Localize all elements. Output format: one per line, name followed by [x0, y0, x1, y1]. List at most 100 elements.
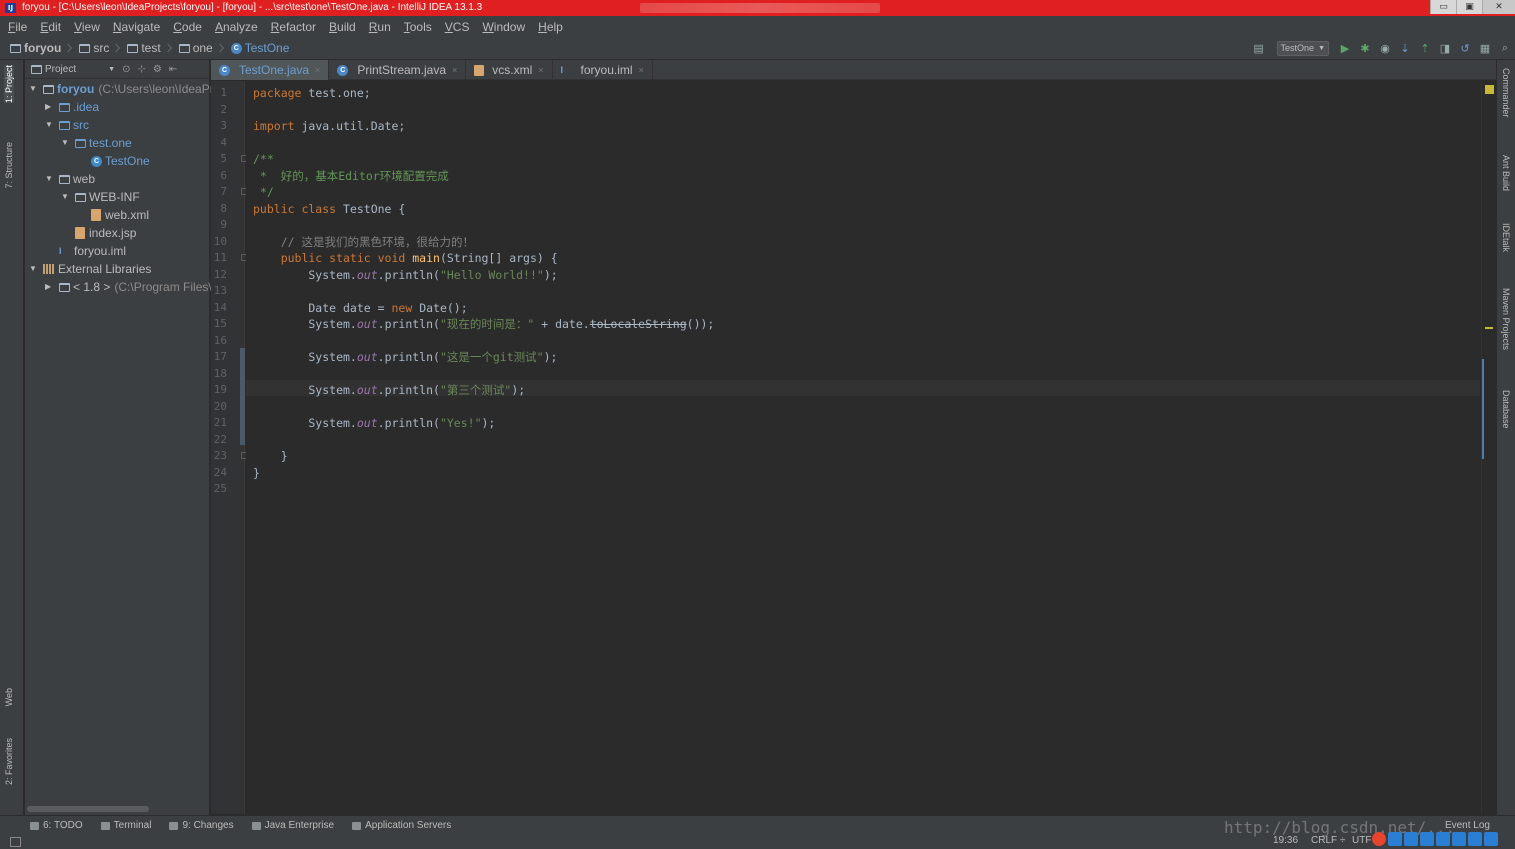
tree-node[interactable]: ▶ < 1.8 > (C:\Program Files\ — [45, 278, 212, 296]
maximize-button[interactable]: ▣ — [1456, 0, 1482, 14]
tool-windows-toggle-icon[interactable] — [10, 837, 21, 847]
tool-label: 9: Changes — [182, 820, 234, 831]
menu-build[interactable]: Build — [327, 20, 358, 34]
breadcrumb-foryou[interactable]: foryou — [10, 41, 73, 55]
tray-icon[interactable] — [1452, 832, 1466, 846]
tool-changes[interactable]: 9: Changes — [169, 820, 234, 831]
tab-web-tool[interactable]: Web — [4, 688, 14, 706]
close-tab-icon[interactable]: × — [315, 65, 320, 75]
menu-view[interactable]: View — [72, 20, 102, 34]
sync-icon[interactable]: ⊙ — [122, 64, 130, 75]
expanded-arrow-icon[interactable]: ▼ — [45, 170, 54, 188]
wrench-icon[interactable] — [1484, 832, 1498, 846]
editor-tab-foryou-iml[interactable]: Iforyou.iml × — [553, 60, 653, 80]
menu-help[interactable]: Help — [536, 20, 565, 34]
menu-tools[interactable]: Tools — [402, 20, 434, 34]
tray-icon[interactable] — [1404, 832, 1418, 846]
horizontal-scrollbar[interactable] — [27, 806, 149, 812]
project-structure-icon[interactable]: ▤ — [1250, 39, 1268, 57]
tree-node[interactable]: ▶ .idea — [45, 98, 99, 116]
editor-tab-testone-java[interactable]: C TestOne.java × — [211, 60, 330, 80]
tree-node[interactable]: ▼ foryou (C:\Users\leon\IdeaPr — [29, 80, 214, 98]
vcs-commit-icon[interactable]: ⇡ — [1416, 39, 1434, 57]
debug-icon[interactable]: ✱ — [1356, 39, 1374, 57]
tree-node[interactable]: ▼ test.one — [61, 134, 132, 152]
tab-maven-projects[interactable]: Maven Projects — [1501, 288, 1511, 350]
editor-tab-printstream-java[interactable]: C PrintStream.java × — [329, 60, 467, 80]
chevron-right-icon — [163, 43, 172, 53]
expanded-arrow-icon[interactable]: ▼ — [29, 260, 38, 278]
editor-scrollbar[interactable] — [1481, 81, 1496, 814]
code-token: .println( — [377, 267, 440, 282]
coverage-icon[interactable]: ◉ — [1376, 39, 1394, 57]
breadcrumb-src[interactable]: src — [79, 41, 121, 55]
menu-analyze[interactable]: Analyze — [213, 20, 260, 34]
breadcrumb-testone[interactable]: C TestOne — [230, 41, 289, 55]
vcs-update-icon[interactable]: ⇣ — [1396, 39, 1414, 57]
tree-node[interactable]: index.jsp — [61, 224, 136, 242]
expanded-arrow-icon[interactable]: ▼ — [61, 134, 70, 152]
tool-application-servers[interactable]: Application Servers — [352, 820, 451, 831]
run-config-label: TestOne — [1280, 43, 1315, 53]
close-tab-icon[interactable]: × — [452, 65, 457, 75]
tool-terminal[interactable]: Terminal — [100, 820, 151, 831]
tool-todo[interactable]: 6: TODO — [30, 820, 83, 831]
expanded-arrow-icon[interactable]: ▼ — [61, 188, 70, 206]
tree-node[interactable]: ▼ WEB-INF — [61, 188, 140, 206]
menu-navigate[interactable]: Navigate — [111, 20, 162, 34]
menu-edit[interactable]: Edit — [38, 20, 63, 34]
tray-icon[interactable] — [1468, 832, 1482, 846]
collapsed-arrow-icon[interactable]: ▶ — [45, 278, 54, 296]
search-everywhere-icon[interactable]: ⌕ — [1496, 39, 1514, 57]
menu-refactor[interactable]: Refactor — [269, 20, 318, 34]
tab-commander[interactable]: Commander — [1501, 68, 1511, 118]
chevron-down-icon[interactable]: ▼ — [108, 66, 115, 73]
tab-ant-build[interactable]: Ant Build — [1501, 155, 1511, 191]
tree-node[interactable]: ▼ src — [45, 116, 89, 134]
menu-vcs[interactable]: VCS — [443, 20, 472, 34]
menu-file[interactable]: File — [6, 20, 29, 34]
tool-java-enterprise[interactable]: Java Enterprise — [251, 820, 334, 831]
expanded-arrow-icon[interactable]: ▼ — [45, 116, 54, 134]
tray-icon[interactable] — [1388, 832, 1402, 846]
hide-panel-icon[interactable]: ⇤ — [169, 64, 177, 75]
close-window-button[interactable]: ✕ — [1482, 0, 1515, 14]
tree-node[interactable]: web.xml — [77, 206, 149, 224]
close-tab-icon[interactable]: × — [538, 65, 543, 75]
expanded-arrow-icon[interactable]: ▼ — [29, 80, 38, 98]
menu-code[interactable]: Code — [171, 20, 204, 34]
tab-database[interactable]: Database — [1501, 390, 1511, 429]
vcs-compare-icon[interactable]: ◨ — [1436, 39, 1454, 57]
tree-node-label: .idea — [73, 100, 100, 114]
tab-structure-tool[interactable]: 7: Structure — [4, 142, 14, 189]
tab-idetalk[interactable]: IDEtalk — [1501, 223, 1511, 252]
scroll-thumb[interactable] — [1482, 359, 1484, 459]
tree-node[interactable]: ▼ web — [45, 170, 95, 188]
tree-node[interactable]: ▼ External Libraries — [29, 260, 151, 278]
minimize-button[interactable]: ▭ — [1430, 0, 1456, 14]
code-editor[interactable]: package test.one; import java.util.Date; /… — [246, 81, 1480, 814]
tree-node[interactable]: Iforyou.iml — [45, 242, 126, 260]
collapse-all-icon[interactable]: ⊹ — [137, 64, 145, 75]
input-method-icon[interactable] — [1372, 832, 1386, 846]
run-configuration-selector[interactable]: TestOne ▼ — [1276, 40, 1329, 56]
settings-gear-icon[interactable]: ⚙ — [153, 64, 162, 75]
menu-window[interactable]: Window — [480, 20, 527, 34]
editor-tab-vcs-xml[interactable]: vcs.xml × — [466, 60, 553, 80]
tab-project-tool[interactable]: 1: Project — [4, 65, 14, 104]
inspection-status-icon[interactable] — [1485, 85, 1494, 94]
warning-marker[interactable] — [1485, 327, 1493, 329]
collapsed-arrow-icon[interactable]: ▶ — [45, 98, 54, 116]
tray-icon[interactable] — [1420, 832, 1434, 846]
breadcrumb-one[interactable]: one — [178, 41, 224, 55]
tree-node[interactable]: C TestOne — [77, 152, 150, 170]
close-tab-icon[interactable]: × — [639, 65, 644, 75]
breadcrumb-test[interactable]: test — [127, 41, 172, 55]
project-view-selector[interactable]: Project — [45, 64, 76, 75]
menu-run[interactable]: Run — [367, 20, 393, 34]
sdk-icon[interactable]: ▦ — [1476, 39, 1494, 57]
keyboard-icon[interactable] — [1436, 832, 1450, 846]
vcs-revert-icon[interactable]: ↺ — [1456, 39, 1474, 57]
tab-favorites-tool[interactable]: 2: Favorites — [4, 738, 14, 785]
run-icon[interactable]: ▶ — [1336, 39, 1354, 57]
